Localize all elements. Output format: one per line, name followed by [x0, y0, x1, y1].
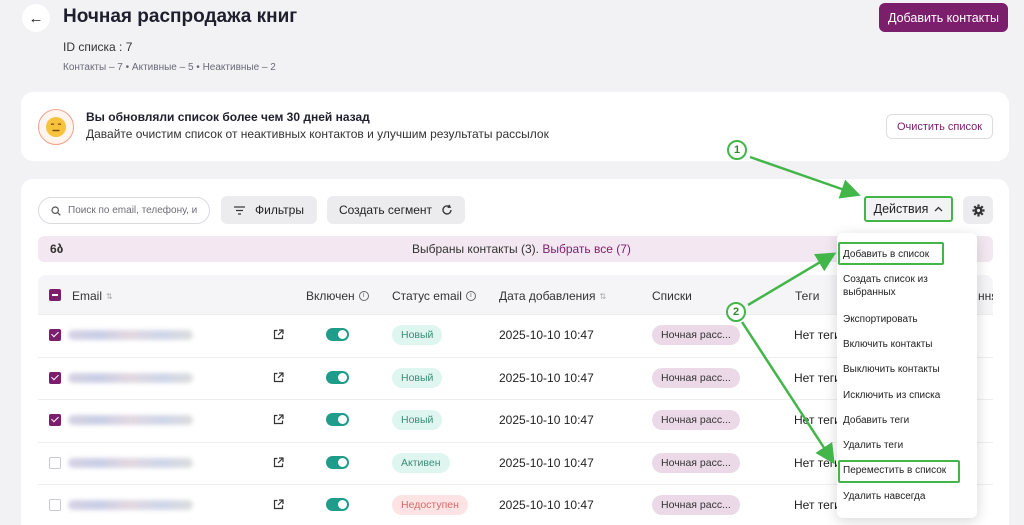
callout-1: 1	[727, 140, 747, 160]
arrow-to-add-to-list	[747, 252, 837, 307]
callout-2: 2	[726, 302, 746, 322]
arrow-to-move-to-list	[740, 321, 835, 465]
arrow-to-actions	[749, 155, 861, 199]
annotation-arrows	[740, 155, 861, 465]
